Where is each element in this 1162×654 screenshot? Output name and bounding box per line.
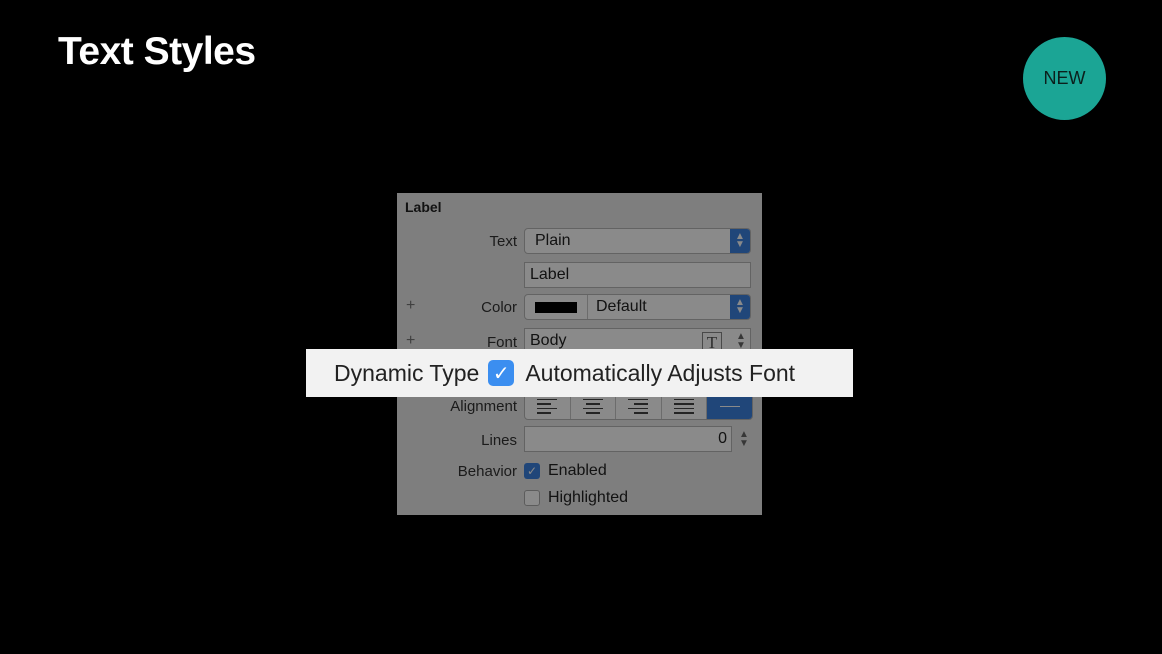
enabled-label: Enabled (548, 462, 607, 479)
checkmark-icon[interactable]: ✓ (488, 360, 515, 386)
alignment-label: Alignment (450, 398, 517, 415)
color-value: Default (596, 298, 647, 315)
text-type-popup[interactable]: Plain ▲ ▼ (524, 228, 751, 254)
checkmark-icon[interactable]: ✓ (524, 463, 540, 479)
new-badge: NEW (1023, 37, 1106, 120)
lines-stepper-icon[interactable]: ▲ ▼ (735, 426, 753, 452)
dynamic-type-label: Dynamic Type (334, 359, 480, 386)
enabled-checkbox-row[interactable]: ✓ Enabled (524, 462, 607, 480)
text-type-value: Plain (535, 232, 571, 249)
color-popup[interactable]: Default ▲ ▼ (524, 294, 751, 320)
popup-arrows-icon: ▲ ▼ (730, 229, 750, 253)
label-text-value: Label (530, 266, 570, 283)
divider (587, 295, 588, 319)
behavior-label: Behavior (457, 463, 517, 480)
highlighted-label: Highlighted (548, 489, 629, 506)
color-label: Color (481, 299, 517, 316)
label-text-field[interactable]: Label (524, 262, 751, 288)
popup-arrows-icon: ▲ ▼ (730, 295, 750, 319)
checkbox-empty-icon[interactable] (524, 490, 540, 506)
auto-adjusts-font-label: Automatically Adjusts Font (525, 359, 796, 386)
text-label: Text (489, 233, 517, 250)
highlighted-checkbox-row[interactable]: Highlighted (524, 489, 628, 507)
section-title: Label (405, 199, 442, 215)
color-swatch (535, 301, 577, 313)
font-value: Body (530, 332, 567, 349)
lines-label: Lines (481, 432, 517, 449)
lines-field[interactable]: 0 (524, 426, 732, 452)
lines-value: 0 (718, 430, 727, 447)
dynamic-type-callout: Dynamic Type ✓ Automatically Adjusts Fon… (306, 349, 853, 397)
slide-title: Text Styles (58, 30, 256, 73)
